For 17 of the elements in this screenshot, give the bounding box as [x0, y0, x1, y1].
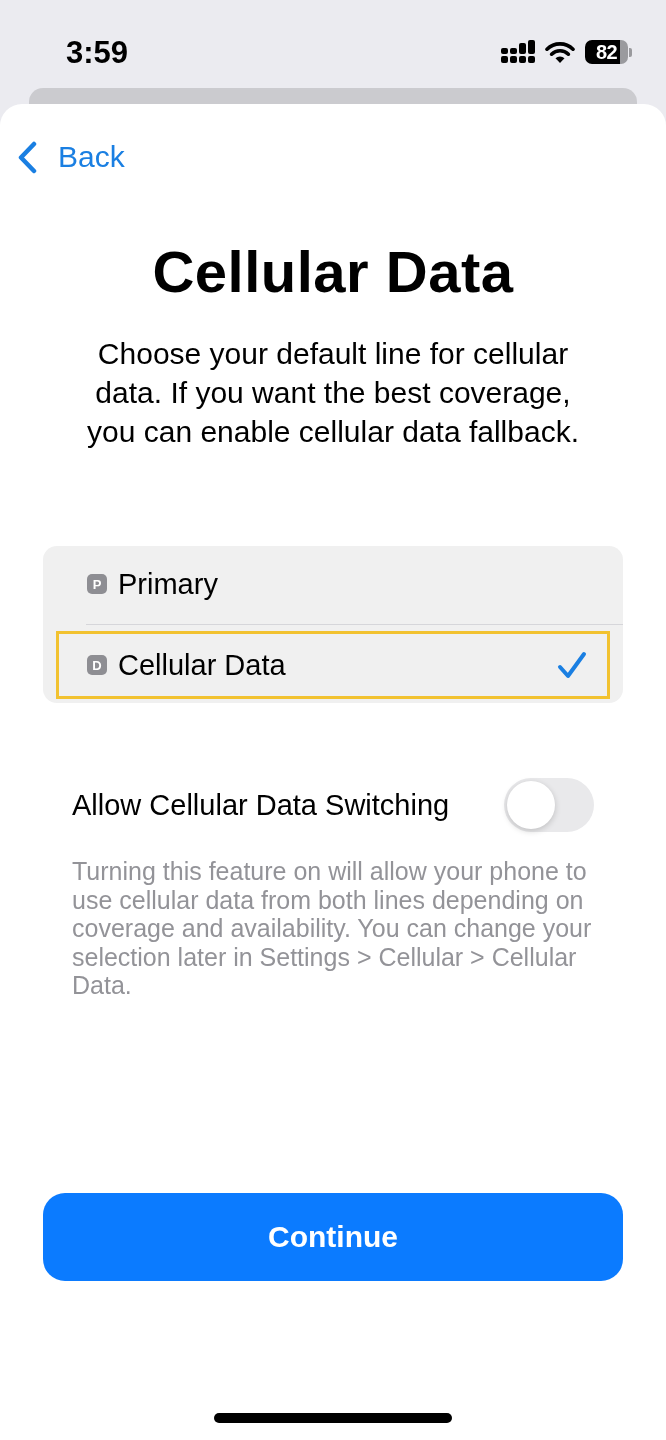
battery-indicator: 82: [585, 40, 632, 64]
back-button[interactable]: Back: [16, 140, 125, 174]
line-option[interactable]: P Primary: [56, 550, 610, 618]
line-badge: P: [87, 574, 107, 594]
checkmark-icon: [557, 651, 587, 679]
switching-label: Allow Cellular Data Switching: [72, 790, 450, 820]
line-option[interactable]: D Cellular Data: [56, 631, 610, 699]
continue-button[interactable]: Continue: [43, 1193, 623, 1281]
chevron-left-icon: [16, 140, 38, 174]
description-text: Choose your default line for cellular data. If you want the best coverage, you can enable cellular data fallback.: [86, 336, 580, 450]
toggle-switch[interactable]: [504, 778, 594, 832]
footnote-text: Turning this feature on will allow your phone to use cellular data from both lines depending on coverage and availability. You can change your selection later in Settings > Cellular > Cellular Data.: [72, 857, 593, 1000]
signal-icon: [501, 40, 535, 64]
page-title: Cellular Data: [151, 238, 515, 306]
line-badge: D: [87, 655, 107, 675]
status-time: 3:59: [66, 36, 129, 68]
wifi-icon: [545, 41, 575, 63]
